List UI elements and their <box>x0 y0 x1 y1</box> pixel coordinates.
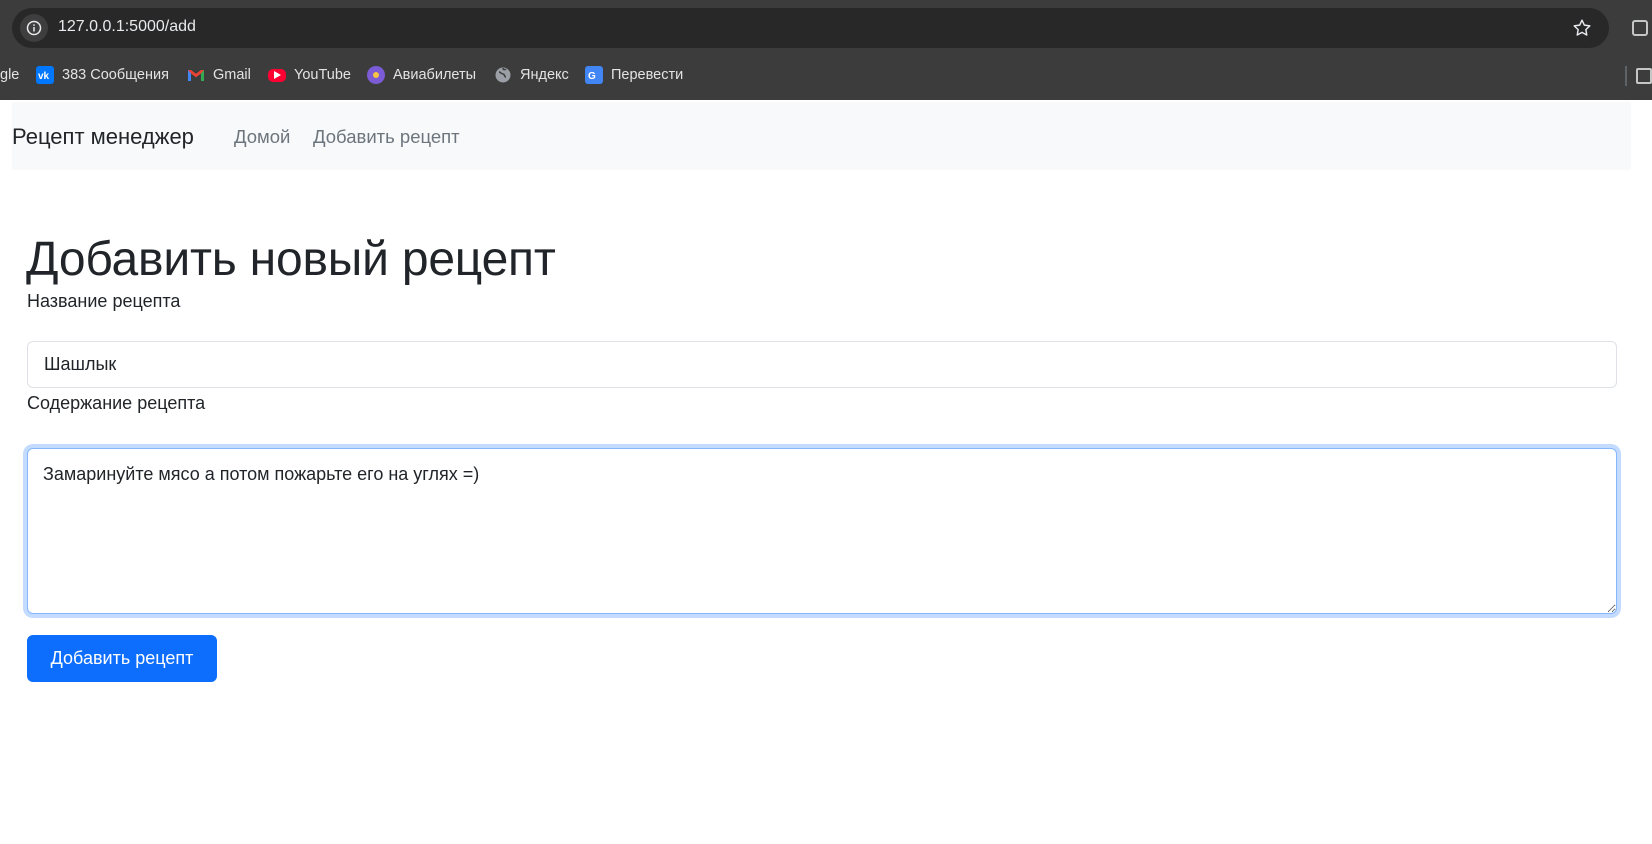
vk-icon: vk <box>36 66 54 84</box>
bookmarks-bar: gle vk 383 Сообщения Gmail YouTube Авиаб… <box>0 54 1652 100</box>
gmail-icon <box>187 66 205 84</box>
browser-toolbar: 127.0.0.1:5000/add <box>0 0 1652 54</box>
bookmark-label: Перевести <box>611 67 684 83</box>
svg-text:G: G <box>588 71 596 82</box>
address-bar[interactable]: 127.0.0.1:5000/add <box>12 8 1609 48</box>
nav-link-home[interactable]: Домой <box>234 126 290 148</box>
recipe-name-label: Название рецепта <box>27 291 181 311</box>
svg-text:vk: vk <box>38 71 50 80</box>
bookmark-gmail[interactable]: Gmail <box>187 64 251 86</box>
bookmark-label: gle <box>0 67 20 83</box>
globe-icon <box>494 66 512 84</box>
navbar-brand[interactable]: Рецепт менеджер <box>12 124 194 150</box>
bookmark-star-icon[interactable] <box>1571 17 1593 39</box>
recipe-content-textarea[interactable]: Замаринуйте мясо а потом пожарьте его на… <box>27 448 1617 614</box>
navbar: Рецепт менеджер Домой Добавить рецепт <box>12 102 1631 170</box>
bookmark-aviasales[interactable]: Авиабилеты <box>367 64 476 86</box>
bookmark-label: YouTube <box>294 67 351 83</box>
bookmark-yandex[interactable]: Яндекс <box>494 64 569 86</box>
bookmark-google[interactable]: gle <box>0 64 19 86</box>
page-title: Добавить новый рецепт <box>26 233 556 286</box>
bookmark-label: Авиабилеты <box>393 67 477 83</box>
bookmark-label: Яндекс <box>520 67 569 83</box>
bookmark-youtube[interactable]: YouTube <box>268 64 351 86</box>
add-recipe-button[interactable]: Добавить рецепт <box>27 635 217 682</box>
page-content: Рецепт менеджер Домой Добавить рецепт До… <box>0 100 1652 844</box>
recipe-content-label: Содержание рецепта <box>27 393 206 413</box>
bookmark-label: 383 Сообщения <box>62 67 169 83</box>
bookmark-label: Gmail <box>213 67 251 83</box>
google-translate-icon: G <box>585 66 603 84</box>
aviasales-icon <box>367 66 385 84</box>
other-bookmarks-icon[interactable] <box>1636 68 1652 84</box>
extensions-icon[interactable] <box>1630 16 1652 38</box>
url-text[interactable]: 127.0.0.1:5000/add <box>58 18 196 36</box>
youtube-icon <box>268 68 286 82</box>
nav-link-add-recipe[interactable]: Добавить рецепт <box>313 126 460 148</box>
recipe-name-input[interactable] <box>27 341 1617 388</box>
bookmarks-separator <box>1625 66 1627 86</box>
bookmark-vk[interactable]: vk 383 Сообщения <box>36 64 169 86</box>
bookmark-translate[interactable]: G Перевести <box>585 64 683 86</box>
site-info-icon[interactable] <box>20 14 48 42</box>
